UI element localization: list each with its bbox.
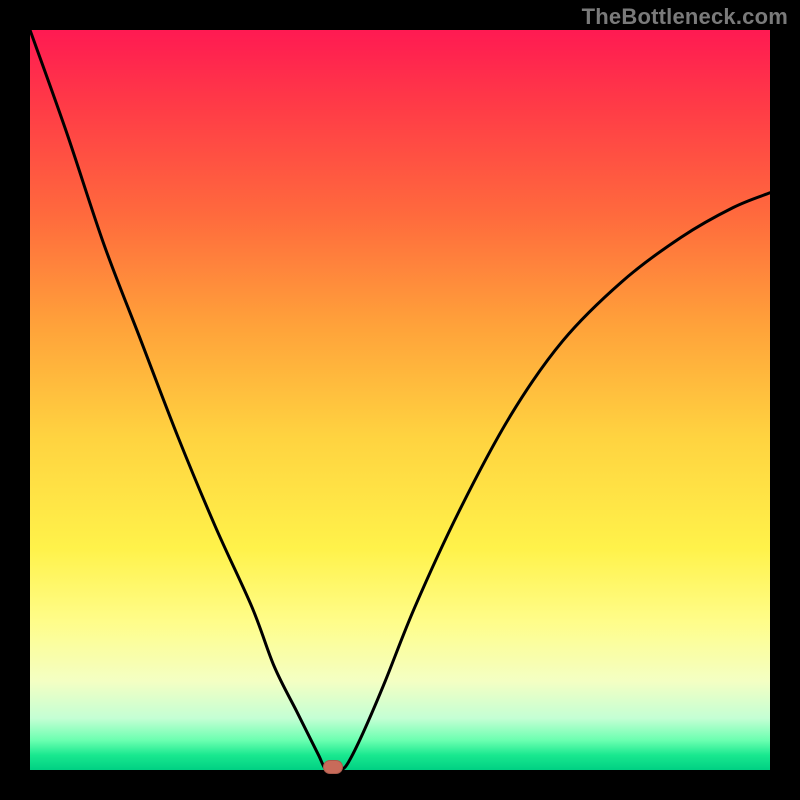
chart-frame: TheBottleneck.com	[0, 0, 800, 800]
watermark-text: TheBottleneck.com	[582, 4, 788, 30]
bottleneck-curve	[30, 30, 770, 770]
optimal-point-marker	[323, 760, 343, 774]
plot-area	[30, 30, 770, 770]
